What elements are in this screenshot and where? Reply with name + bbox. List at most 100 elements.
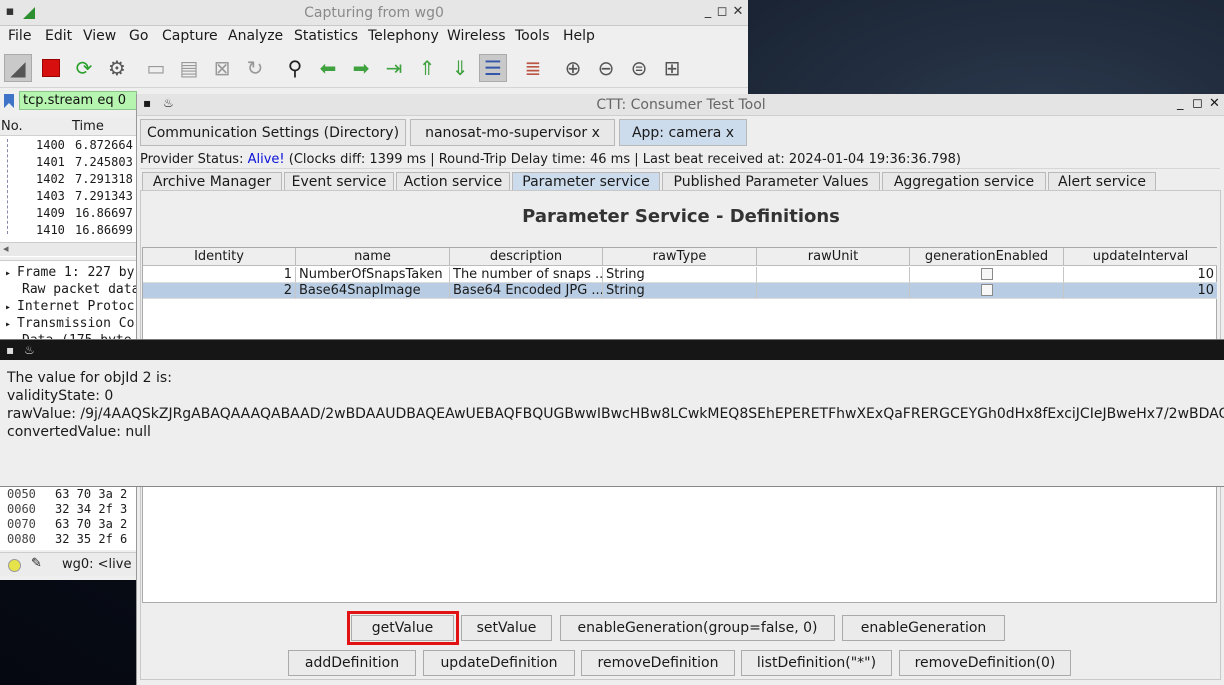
resize-columns-icon[interactable]: ⊞: [658, 54, 686, 82]
horizontal-scrollbar[interactable]: ◂: [0, 242, 136, 256]
cell-rawunit[interactable]: [757, 267, 910, 283]
tab-aggregation-service[interactable]: Aggregation service: [882, 172, 1046, 191]
cell-rawtype[interactable]: String: [603, 283, 757, 299]
cell-name[interactable]: Base64SnapImage: [296, 283, 450, 299]
tab-action-service[interactable]: Action service: [396, 172, 510, 191]
column-rawtype[interactable]: rawType: [603, 248, 757, 266]
tab-app-camera[interactable]: App: camera x: [619, 119, 747, 146]
zoom-out-icon[interactable]: ⊖: [592, 54, 620, 82]
bookmark-icon[interactable]: [3, 93, 15, 109]
close-file-icon[interactable]: ⊠: [208, 54, 236, 82]
menu-capture[interactable]: Capture: [162, 28, 218, 44]
column-updateinterval[interactable]: updateInterval: [1064, 248, 1217, 266]
list-definition-button[interactable]: listDefinition("*"): [741, 650, 892, 676]
display-filter-input[interactable]: tcp.stream eq 0: [19, 91, 137, 110]
cell-identity[interactable]: 1: [143, 267, 296, 283]
provider-status-label: Provider Status:: [140, 152, 244, 167]
cell-description[interactable]: The number of snaps ...: [450, 267, 603, 283]
find-packet-icon[interactable]: ⚲: [281, 54, 309, 82]
colorize-icon[interactable]: ≣: [519, 54, 547, 82]
expand-arrow-icon[interactable]: ▸: [5, 268, 11, 279]
menu-file[interactable]: File: [8, 28, 31, 44]
save-file-icon[interactable]: ▤: [175, 54, 203, 82]
enable-generation-group-button[interactable]: enableGeneration(group=false, 0): [560, 615, 835, 641]
column-generationenabled[interactable]: generationEnabled: [910, 248, 1064, 266]
edit-comment-icon[interactable]: ✎: [31, 556, 42, 571]
cell-rawtype[interactable]: String: [603, 267, 757, 283]
packet-row[interactable]: 1409 16.86697: [0, 206, 136, 223]
cell-rawunit[interactable]: [757, 283, 910, 299]
menu-statistics[interactable]: Statistics: [294, 28, 358, 44]
zoom-in-icon[interactable]: ⊕: [559, 54, 587, 82]
menu-wireless[interactable]: Wireless: [447, 28, 506, 44]
go-forward-icon[interactable]: ➡: [347, 54, 375, 82]
detail-row[interactable]: ▸ Frame 1: 227 by: [0, 265, 134, 280]
zoom-normal-icon[interactable]: ⊜: [625, 54, 653, 82]
remove-definition-button[interactable]: removeDefinition: [581, 650, 735, 676]
restart-capture-icon[interactable]: ⟳: [70, 54, 98, 82]
maximize-icon[interactable]: ◻: [1192, 96, 1203, 111]
column-rawunit[interactable]: rawUnit: [757, 248, 910, 266]
menu-tools[interactable]: Tools: [515, 28, 550, 44]
go-to-packet-icon[interactable]: ⇥: [380, 54, 408, 82]
expand-arrow-icon[interactable]: ▸: [5, 319, 11, 330]
column-name[interactable]: name: [296, 248, 450, 266]
cell-identity[interactable]: 2: [143, 283, 296, 299]
column-description[interactable]: description: [450, 248, 603, 266]
minimize-icon[interactable]: _: [1177, 96, 1184, 111]
column-time[interactable]: Time: [72, 119, 104, 134]
packet-row[interactable]: 1402 7.291318: [0, 172, 136, 189]
packet-row[interactable]: 1410 16.86699: [0, 223, 136, 240]
menu-help[interactable]: Help: [563, 28, 595, 44]
tab-archive-manager[interactable]: Archive Manager: [142, 172, 282, 191]
enable-generation-button[interactable]: enableGeneration: [842, 615, 1005, 641]
first-packet-icon[interactable]: ⇑: [413, 54, 441, 82]
capture-options-gear-icon[interactable]: ⚙: [103, 54, 131, 82]
autoscroll-icon[interactable]: ☰: [479, 54, 507, 82]
generation-enabled-checkbox[interactable]: [980, 284, 993, 296]
close-icon[interactable]: ✕: [730, 4, 746, 19]
packet-row[interactable]: 1403 7.291343: [0, 189, 136, 206]
cell-updateinterval[interactable]: 10: [1064, 283, 1217, 299]
cell-description[interactable]: Base64 Encoded JPG ...: [450, 283, 603, 299]
remove-definition-zero-button[interactable]: removeDefinition(0): [899, 650, 1071, 676]
reload-file-icon[interactable]: ↻: [241, 54, 269, 82]
start-capture-fin-icon[interactable]: ◢: [4, 54, 32, 82]
detail-row[interactable]: ▸ Internet Protoc: [0, 299, 134, 314]
tab-parameter-service[interactable]: Parameter service: [512, 172, 660, 191]
tab-nanosat-mo-supervisor[interactable]: nanosat-mo-supervisor x: [410, 119, 615, 146]
packet-row[interactable]: 1400 6.872664: [0, 138, 136, 155]
menu-telephony[interactable]: Telephony: [368, 28, 439, 44]
open-file-icon[interactable]: ▭: [142, 54, 170, 82]
tab-communication-settings[interactable]: Communication Settings (Directory): [140, 119, 406, 146]
expand-arrow-icon[interactable]: ▸: [5, 302, 11, 313]
tab-published-parameter-values[interactable]: Published Parameter Values: [662, 172, 880, 191]
go-back-icon[interactable]: ⬅: [314, 54, 342, 82]
detail-row[interactable]: Raw packet data: [22, 282, 139, 297]
window-menu-icon[interactable]: ▪: [6, 343, 14, 357]
scroll-left-icon[interactable]: ◂: [3, 242, 9, 255]
add-definition-button[interactable]: addDefinition: [288, 650, 416, 676]
last-packet-icon[interactable]: ⇓: [446, 54, 474, 82]
cell-generationenabled[interactable]: [910, 267, 1064, 283]
generation-enabled-checkbox[interactable]: [980, 268, 993, 280]
capture-status-icon[interactable]: [8, 559, 21, 572]
update-definition-button[interactable]: updateDefinition: [423, 650, 575, 676]
stop-capture-icon[interactable]: [37, 54, 65, 82]
menu-view[interactable]: View: [83, 28, 116, 44]
packet-row[interactable]: 1401 7.245803: [0, 155, 136, 172]
cell-name[interactable]: NumberOfSnapsTaken: [296, 267, 450, 283]
menu-edit[interactable]: Edit: [45, 28, 72, 44]
tab-alert-service[interactable]: Alert service: [1048, 172, 1156, 191]
menu-go[interactable]: Go: [129, 28, 148, 44]
set-value-button[interactable]: setValue: [461, 615, 552, 641]
cell-generationenabled[interactable]: [910, 283, 1064, 299]
maximize-icon[interactable]: ◻: [714, 4, 730, 19]
column-identity[interactable]: Identity: [143, 248, 296, 266]
menu-analyze[interactable]: Analyze: [228, 28, 283, 44]
column-no[interactable]: No.: [1, 119, 23, 134]
detail-row[interactable]: ▸ Transmission Co: [0, 316, 134, 331]
tab-event-service[interactable]: Event service: [284, 172, 394, 191]
cell-updateinterval[interactable]: 10: [1064, 267, 1217, 283]
close-icon[interactable]: ✕: [1209, 96, 1220, 111]
